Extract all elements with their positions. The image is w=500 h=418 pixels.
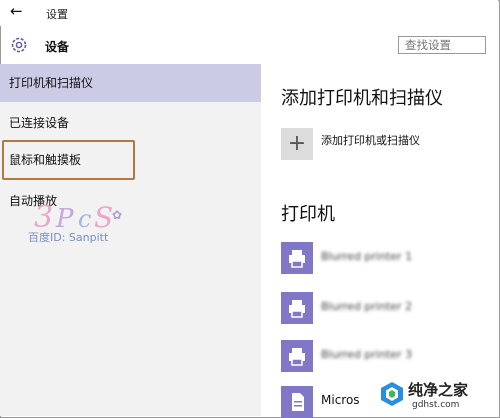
site-watermark: 纯净之家 gdhst.com [376, 378, 496, 414]
printer-icon [281, 292, 313, 324]
svg-text:✿: ✿ [112, 208, 122, 222]
brand-logo-icon [381, 382, 403, 406]
add-device-button[interactable]: + [281, 128, 313, 160]
sidebar-item-label: 已连接设备 [9, 116, 70, 130]
window-title: 设置 [46, 8, 68, 21]
watermark-text: 百度ID: Sanpitt [28, 231, 109, 244]
printer-icon [281, 340, 313, 372]
device-name: Micros [321, 393, 360, 407]
page-header: 设备 [0, 26, 498, 62]
printers-section-title: 打印机 [281, 204, 335, 225]
title-bar: ← 设置 [0, 0, 498, 26]
printer-icon [281, 242, 313, 274]
page-title: 设备 [45, 40, 70, 54]
highlight-box [2, 140, 135, 180]
brand-name: 纯净之家 [408, 381, 469, 399]
sidebar-item-connected-devices[interactable]: 已连接设备 [0, 104, 261, 142]
brand-url: gdhst.com [412, 400, 460, 410]
sidebar-item-label: 打印机和扫描仪 [9, 76, 94, 90]
plus-icon: + [287, 131, 307, 156]
search-input[interactable] [398, 36, 486, 54]
device-item[interactable]: Blurred printer 1 [281, 242, 481, 274]
sidebar-item-printers-scanners[interactable]: 打印机和扫描仪 [0, 64, 261, 102]
device-item[interactable]: Blurred printer 3 [281, 340, 481, 372]
device-name: Blurred printer 1 [321, 250, 413, 263]
add-section-title: 添加打印机和扫描仪 [281, 88, 443, 109]
document-printer-icon [281, 386, 313, 418]
device-name: Blurred printer 3 [321, 348, 413, 361]
main-content: 添加打印机和扫描仪 + 添加打印机或扫描仪 打印机 Blurred printe… [261, 64, 498, 418]
device-name: Blurred printer 2 [321, 300, 413, 313]
add-device-label[interactable]: 添加打印机或扫描仪 [321, 132, 420, 148]
back-arrow-icon[interactable]: ← [10, 2, 23, 20]
device-item[interactable]: Blurred printer 2 [281, 292, 481, 324]
gear-icon [11, 37, 27, 53]
